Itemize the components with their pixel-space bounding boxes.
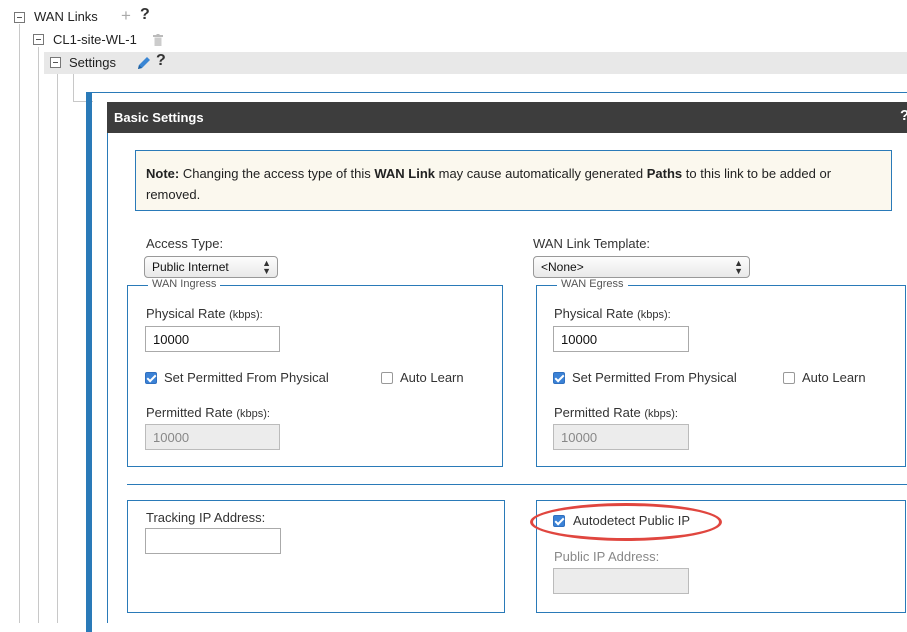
note-text-1: Changing the access type of this: [179, 166, 375, 181]
access-type-select[interactable]: Public Internet ▲ ▼: [144, 256, 278, 278]
public-ip-label: Public IP Address:: [554, 549, 660, 564]
wan-link-template-label: WAN Link Template:: [533, 236, 651, 251]
wan-link-template-value: <None>: [541, 260, 584, 274]
tracking-ip-label: Tracking IP Address:: [146, 510, 266, 525]
egress-auto-learn-checkbox[interactable]: [783, 372, 795, 384]
egress-physical-rate-label: Physical Rate (kbps):: [554, 306, 671, 321]
ingress-permitted-rate-label: Permitted Rate (kbps):: [146, 405, 270, 420]
ingress-physical-rate-input[interactable]: 10000: [145, 326, 280, 352]
tree-item-cl1-site-wl-1[interactable]: CL1-site-WL-1: [53, 32, 137, 47]
add-icon[interactable]: +: [121, 6, 131, 26]
egress-permitted-rate-input: 10000: [553, 424, 689, 450]
ingress-permitted-rate-input: 10000: [145, 424, 280, 450]
settings-row: [44, 52, 907, 74]
wan-link-template-select[interactable]: <None> ▲ ▼: [533, 256, 750, 278]
egress-physical-rate-input[interactable]: 10000: [553, 326, 689, 352]
tree-item-settings[interactable]: Settings: [69, 55, 116, 70]
help-icon[interactable]: ?: [140, 6, 150, 24]
trash-icon[interactable]: [153, 34, 163, 46]
collapse-cl1-icon[interactable]: [33, 34, 44, 45]
select-arrows-icon: ▲ ▼: [262, 258, 271, 276]
egress-set-permitted-label[interactable]: Set Permitted From Physical: [572, 370, 737, 385]
highlight-ellipse: [530, 503, 722, 541]
access-type-label: Access Type:: [146, 236, 224, 251]
tracking-ip-input[interactable]: [145, 528, 281, 554]
ingress-auto-learn-checkbox[interactable]: [381, 372, 393, 384]
note-prefix: Note:: [146, 166, 180, 181]
note-text-3: to this link to be added or: [682, 166, 832, 181]
note-text-line2: removed.: [146, 187, 201, 202]
egress-permitted-rate-label: Permitted Rate (kbps):: [554, 405, 678, 420]
note-text: Note: Changing the access type of this W…: [146, 163, 886, 205]
section-divider: [127, 484, 907, 485]
ingress-set-permitted-checkbox[interactable]: [145, 372, 157, 384]
collapse-wan-links-icon[interactable]: [14, 12, 25, 23]
access-type-value: Public Internet: [152, 260, 229, 274]
panel-help-icon[interactable]: ?: [900, 107, 907, 124]
ingress-set-permitted-label[interactable]: Set Permitted From Physical: [164, 370, 329, 385]
ingress-auto-learn-label[interactable]: Auto Learn: [400, 370, 464, 385]
select-arrows-icon: ▲ ▼: [734, 258, 743, 276]
ingress-physical-rate-label: Physical Rate (kbps):: [146, 306, 263, 321]
panel-body-border: [107, 133, 108, 623]
egress-set-permitted-checkbox[interactable]: [553, 372, 565, 384]
tree-item-wan-links[interactable]: WAN Links: [34, 9, 98, 24]
panel-header: [107, 102, 907, 133]
wan-ingress-legend: WAN Ingress: [148, 278, 221, 290]
note-bold-wan-link: WAN Link: [374, 166, 436, 181]
public-ip-input: [553, 568, 689, 594]
egress-auto-learn-label[interactable]: Auto Learn: [802, 370, 866, 385]
note-text-2: may cause automatically generated: [435, 166, 647, 181]
collapse-settings-icon[interactable]: [50, 57, 61, 68]
panel-title: Basic Settings: [114, 110, 204, 125]
edit-pencil-icon[interactable]: [136, 55, 152, 74]
settings-help-icon[interactable]: ?: [156, 52, 166, 70]
note-bold-paths: Paths: [646, 166, 683, 181]
wan-egress-legend: WAN Egress: [557, 278, 628, 290]
